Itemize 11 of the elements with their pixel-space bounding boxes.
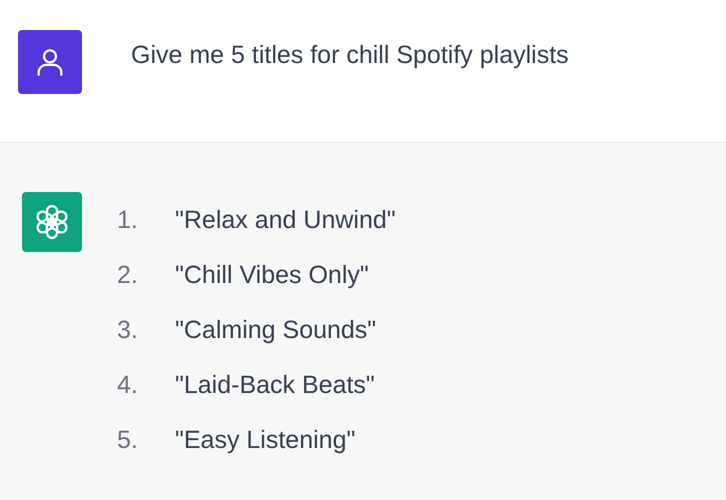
user-message: Give me 5 titles for chill Spotify playlists	[131, 40, 569, 71]
list-number: 5.	[117, 425, 139, 456]
list-number: 2.	[117, 260, 139, 291]
list-number: 3.	[117, 315, 139, 346]
playlist-title: "Relax and Unwind"	[175, 205, 396, 236]
playlist-title: "Laid-Back Beats"	[175, 370, 375, 401]
playlist-title: "Chill Vibes Only"	[175, 260, 369, 291]
playlist-title: "Easy Listening"	[175, 425, 356, 456]
playlist-title: "Calming Sounds"	[175, 315, 376, 346]
list-number: 4.	[117, 370, 139, 401]
list-number: 1.	[117, 205, 139, 236]
